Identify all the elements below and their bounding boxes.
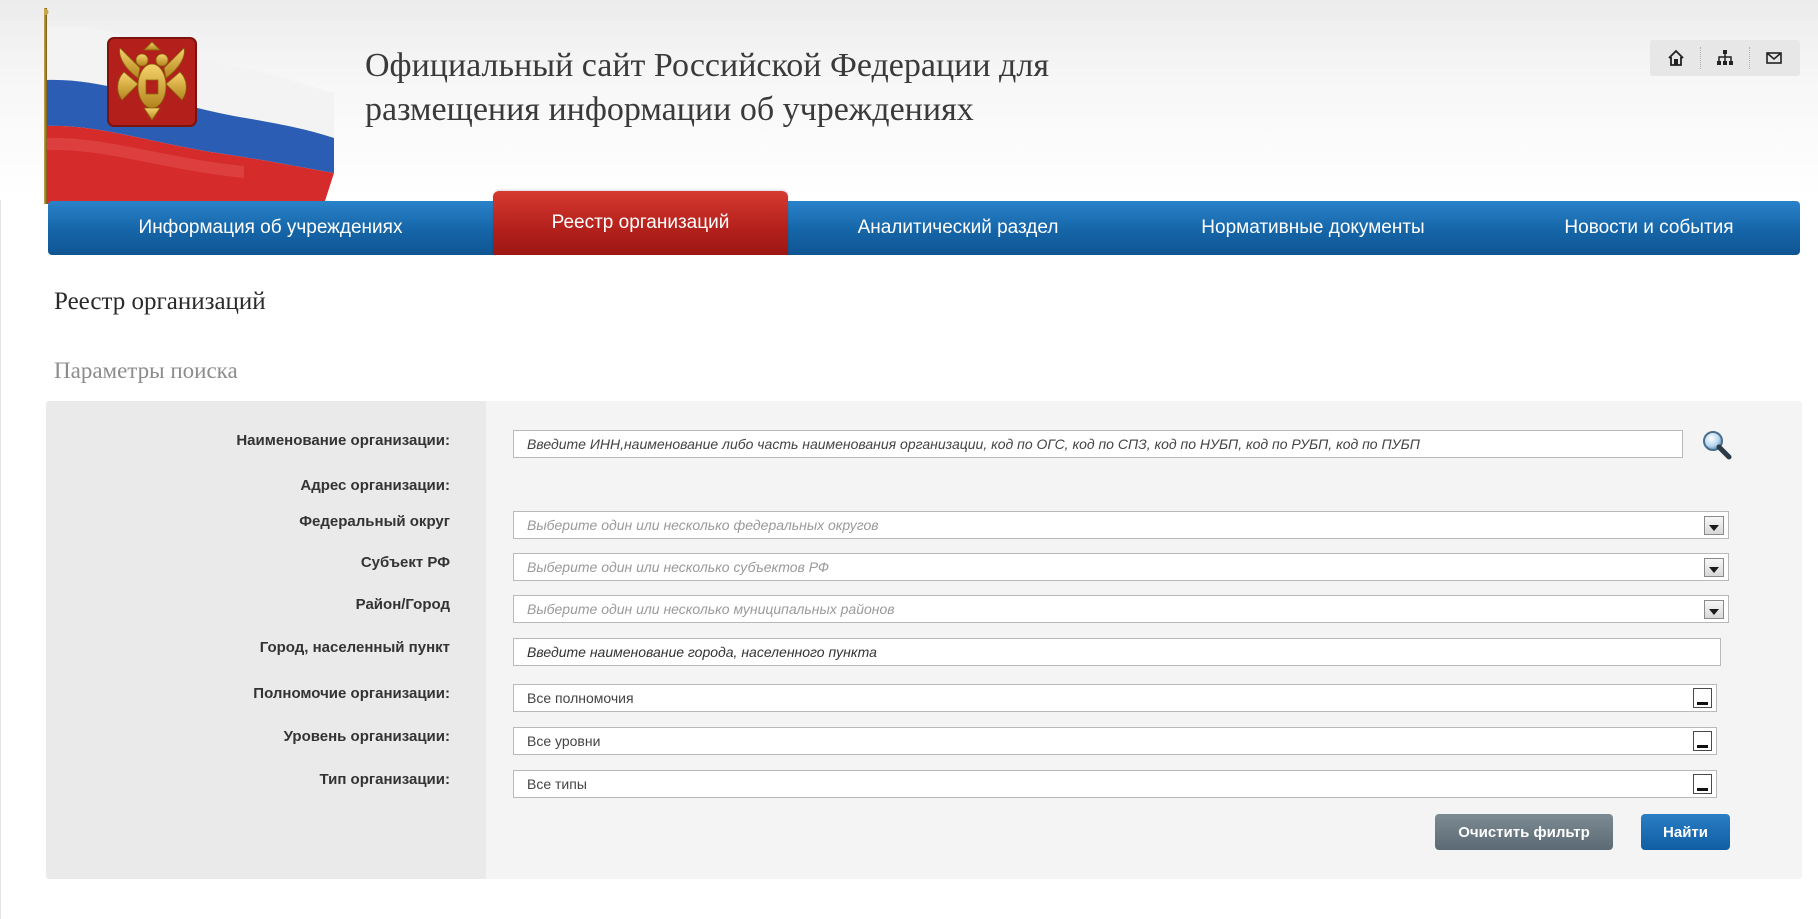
chevron-down-icon[interactable] <box>1704 600 1724 619</box>
mail-icon[interactable] <box>1757 44 1791 72</box>
fed-district-placeholder: Выберите один или несколько федеральных … <box>527 517 879 533</box>
type-select[interactable]: Все типы <box>513 770 1717 798</box>
russian-flag-emblem-logo <box>44 8 334 204</box>
level-value: Все уровни <box>527 733 601 749</box>
section-title: Параметры поиска <box>54 358 238 383</box>
org-name-input[interactable]: Введите ИНН,наименование либо часть наим… <box>513 430 1683 458</box>
chevron-down-icon[interactable] <box>1704 516 1724 535</box>
chevron-down-icon[interactable] <box>1693 774 1712 794</box>
level-label: Уровень организации: <box>283 728 450 745</box>
district-label: Район/Город <box>355 596 450 613</box>
authority-value: Все полномочия <box>527 690 634 706</box>
clear-filter-button[interactable]: Очистить фильтр <box>1435 814 1613 850</box>
search-icon[interactable] <box>1700 429 1732 461</box>
sitemap-icon[interactable] <box>1708 44 1742 72</box>
district-placeholder: Выберите один или несколько муниципальны… <box>527 601 895 617</box>
site-title: Официальный сайт Российской Федерации дл… <box>365 44 1265 132</box>
home-icon[interactable] <box>1659 44 1693 72</box>
fed-district-select[interactable]: Выберите один или несколько федеральных … <box>513 511 1729 539</box>
type-value: Все типы <box>527 776 587 792</box>
address-label: Адрес организации: <box>300 477 450 494</box>
nav-item-registry[interactable]: Реестр организаций <box>493 191 788 255</box>
district-select[interactable]: Выберите один или несколько муниципальны… <box>513 595 1729 623</box>
chevron-down-icon[interactable] <box>1693 688 1712 708</box>
fed-district-label: Федеральный округ <box>299 513 450 530</box>
nav-item-documents[interactable]: Нормативные документы <box>1128 201 1498 255</box>
subject-placeholder: Выберите один или несколько субъектов РФ <box>527 559 830 575</box>
site-header: Официальный сайт Российской Федерации дл… <box>0 0 1818 204</box>
top-icon-bar <box>1650 40 1800 76</box>
page-title: Реестр организаций <box>54 288 266 315</box>
type-label: Тип организации: <box>319 771 451 788</box>
org-name-label: Наименование организации: <box>236 432 450 449</box>
site-title-line2: размещения информации об учреждениях <box>365 91 974 128</box>
chevron-down-icon[interactable] <box>1693 731 1712 751</box>
authority-label: Полномочие организации: <box>253 685 450 702</box>
city-input[interactable]: Введите наименование города, населенного… <box>513 638 1721 666</box>
subject-select[interactable]: Выберите один или несколько субъектов РФ <box>513 553 1729 581</box>
city-label: Город, населенный пункт <box>259 639 450 656</box>
icon-separator <box>1748 47 1750 69</box>
subject-label: Субъект РФ <box>360 554 450 571</box>
find-button[interactable]: Найти <box>1641 814 1730 850</box>
level-select[interactable]: Все уровни <box>513 727 1717 755</box>
nav-item-analytics[interactable]: Аналитический раздел <box>788 201 1128 255</box>
icon-separator <box>1700 47 1702 69</box>
main-nav: Информация об учреждениях Реестр организ… <box>48 191 1800 255</box>
chevron-down-icon[interactable] <box>1704 558 1724 577</box>
site-title-line1: Официальный сайт Российской Федерации дл… <box>365 47 1049 84</box>
nav-item-news[interactable]: Новости и события <box>1498 201 1800 255</box>
authority-select[interactable]: Все полномочия <box>513 684 1717 712</box>
nav-item-info[interactable]: Информация об учреждениях <box>48 201 493 255</box>
